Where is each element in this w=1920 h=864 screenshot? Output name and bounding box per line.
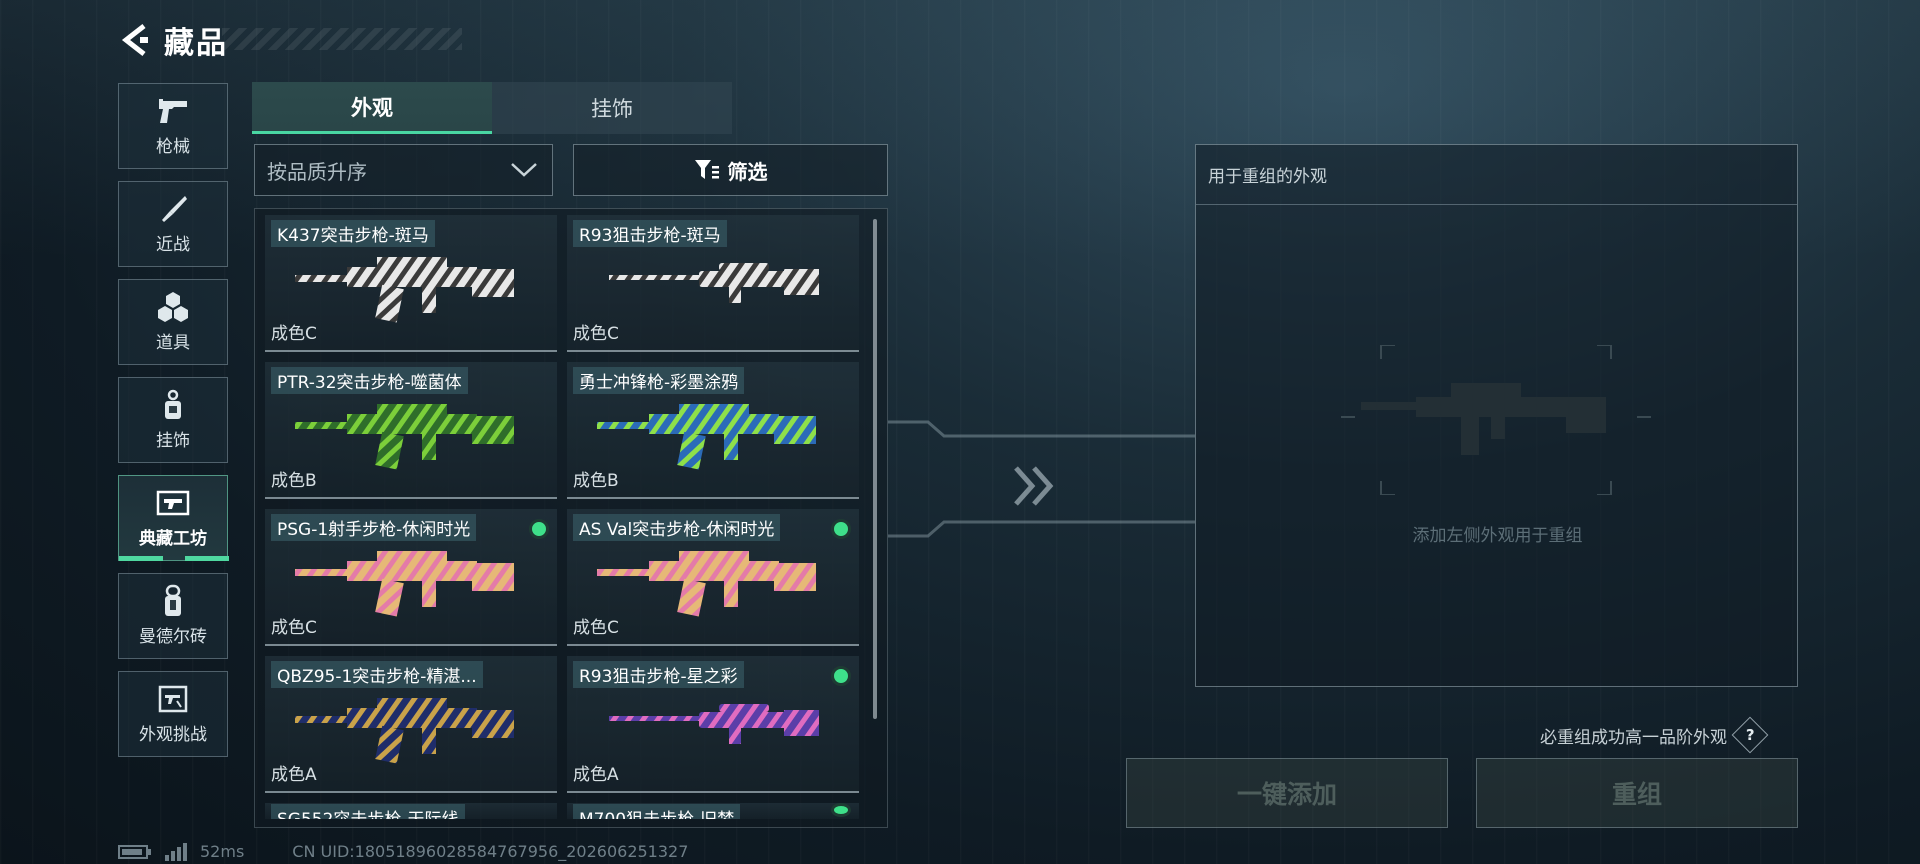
knife-icon — [156, 194, 190, 224]
skin-name: PSG-1射手步枪-休闲时光 — [271, 514, 477, 541]
double-chevron-right-icon — [1014, 466, 1054, 506]
filter-icon — [694, 160, 719, 179]
tab-appearance[interactable]: 外观 — [252, 82, 492, 134]
weapon-skin-image — [609, 704, 819, 744]
weapon-skin-image — [597, 551, 816, 617]
skin-card[interactable]: 勇士冲锋枪-彩墨涂鸦成色B — [567, 362, 859, 499]
tab-charms[interactable]: 挂饰 — [492, 82, 732, 134]
skin-name: M700狙击步枪-旧梦 — [573, 804, 741, 819]
battery-icon — [118, 844, 151, 859]
tab-bar: 外观 挂饰 — [252, 82, 733, 134]
skin-card[interactable]: SG552突击步枪-天际线 — [265, 803, 557, 819]
sidebar-item-mandel-brick[interactable]: 曼德尔砖 — [118, 573, 228, 659]
sidebar-item-guns[interactable]: 枪械 — [118, 83, 228, 169]
workshop-icon — [156, 488, 190, 518]
skin-name: AS Val突击步枪-休闲时光 — [573, 514, 781, 541]
title-decoration — [222, 28, 462, 50]
skin-quality: 成色B — [271, 471, 317, 491]
scrollbar[interactable] — [873, 219, 877, 719]
skin-name: QBZ95-1突击步枪-精湛... — [271, 661, 483, 688]
sort-dropdown[interactable]: 按品质升序 — [254, 144, 553, 196]
weapon-skin-image — [597, 404, 816, 470]
recombine-button[interactable]: 重组 — [1476, 758, 1798, 828]
skin-quality: 成色C — [573, 618, 619, 638]
new-badge-icon — [831, 519, 851, 539]
challenge-icon — [156, 684, 190, 714]
skin-card[interactable]: QBZ95-1突击步枪-精湛... 成色A — [265, 656, 557, 793]
ping-value: 52ms — [200, 842, 245, 861]
skin-quality: 成色A — [271, 765, 317, 785]
slot-hint: 添加左侧外观用于重组 — [1412, 526, 1583, 546]
skin-card[interactable]: R93狙击步枪-斑马成色C — [567, 215, 859, 352]
skin-name: K437突击步枪-斑马 — [271, 220, 435, 247]
help-icon[interactable]: ? — [1731, 716, 1769, 754]
category-sidebar: 枪械 近战 道具 挂饰 典藏工坊 曼德尔砖 外观挑战 — [118, 83, 229, 757]
skin-quality: 成色B — [573, 471, 619, 491]
new-badge-icon — [831, 803, 851, 817]
skin-card[interactable]: R93狙击步枪-星之彩成色A — [567, 656, 859, 793]
sidebar-item-workshop[interactable]: 典藏工坊 — [118, 475, 229, 561]
page-title: 藏品 — [164, 26, 228, 61]
status-bar: 52ms CN UID:18051896028584767956_2026062… — [118, 842, 688, 861]
sidebar-item-items[interactable]: 道具 — [118, 279, 228, 365]
weapon-skin-image — [609, 263, 819, 303]
new-badge-icon — [831, 666, 851, 686]
skin-quality: 成色C — [573, 324, 619, 344]
skin-name: SG552突击步枪-天际线 — [271, 804, 465, 819]
weapon-skin-image — [295, 551, 514, 617]
sidebar-item-melee[interactable]: 近战 — [118, 181, 228, 267]
skin-name: 勇士冲锋枪-彩墨涂鸦 — [573, 367, 745, 394]
skin-name: PTR-32突击步枪-噬菌体 — [271, 367, 468, 394]
skin-grid: K437突击步枪-斑马 成色C R93狙击步枪-斑马 成色C PTR-32突击步枪-噬菌… — [265, 215, 859, 819]
skin-quality: 成色C — [271, 618, 317, 638]
sidebar-item-skin-challenge[interactable]: 外观挑战 — [118, 671, 228, 757]
charm-icon — [156, 389, 190, 420]
recombine-panel: 用于重组的外观 添加左侧外观用于重组 — [1195, 144, 1798, 687]
skin-card[interactable]: AS Val突击步枪-休闲时光成色C — [567, 509, 859, 646]
brick-icon — [156, 584, 190, 616]
signal-icon — [165, 842, 187, 861]
skin-quality: 成色A — [573, 765, 619, 785]
page-header: 藏品 — [118, 18, 228, 62]
weapon-skin-image — [295, 698, 514, 764]
uid-text: CN UID:18051896028584767956_202606251327 — [292, 842, 689, 861]
back-arrow-icon — [121, 24, 148, 56]
skin-name: R93狙击步枪-星之彩 — [573, 661, 744, 688]
weapon-skin-image — [295, 257, 514, 323]
add-all-button[interactable]: 一键添加 — [1126, 758, 1448, 828]
rifle-silhouette-icon — [1361, 383, 1606, 455]
recombine-header: 用于重组的外观 — [1196, 145, 1797, 205]
skin-card[interactable]: PSG-1射手步枪-休闲时光成色C — [265, 509, 557, 646]
skin-quality: 成色C — [271, 324, 317, 344]
back-button[interactable] — [118, 23, 152, 57]
empty-skin-slot[interactable] — [1341, 345, 1651, 495]
guarantee-note: 必重组成功高一品阶外观 ? — [1540, 716, 1769, 754]
skin-grid-panel: K437突击步枪-斑马 成色C R93狙击步枪-斑马 成色C PTR-32突击步枪-噬菌… — [254, 208, 888, 828]
chevron-down-icon — [511, 163, 537, 177]
pistol-icon — [156, 96, 190, 126]
sort-value: 按品质升序 — [267, 159, 367, 184]
skin-card[interactable]: K437突击步枪-斑马成色C — [265, 215, 557, 352]
sidebar-item-charms[interactable]: 挂饰 — [118, 377, 228, 463]
skin-card[interactable]: M700狙击步枪-旧梦 — [567, 803, 859, 819]
new-badge-icon — [529, 519, 549, 539]
skin-card[interactable]: PTR-32突击步枪-噬菌体成色B — [265, 362, 557, 499]
skin-name: R93狙击步枪-斑马 — [573, 220, 727, 247]
cubes-icon — [156, 291, 190, 322]
filter-button[interactable]: 筛选 — [573, 144, 888, 196]
weapon-skin-image — [295, 404, 514, 470]
